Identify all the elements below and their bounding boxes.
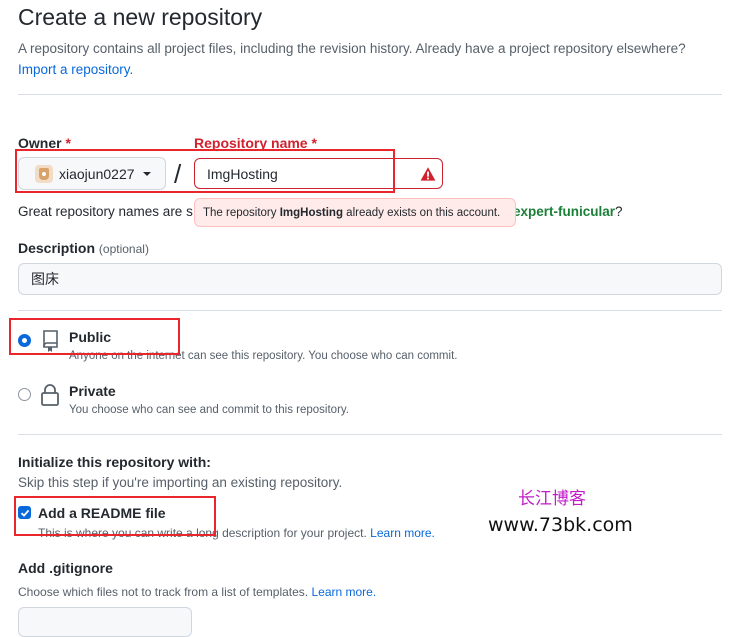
private-title: Private bbox=[69, 383, 116, 399]
private-radio[interactable] bbox=[18, 388, 31, 401]
gitignore-description: Choose which files not to track from a l… bbox=[18, 585, 376, 599]
owner-label-text: Owner bbox=[18, 135, 62, 151]
readme-learn-more-link[interactable]: Learn more. bbox=[370, 526, 435, 540]
gitignore-description-text: Choose which files not to track from a l… bbox=[18, 585, 309, 599]
hint-suffix: ? bbox=[615, 204, 623, 219]
repo-name-label: Repository name * bbox=[194, 135, 317, 151]
description-value: 图床 bbox=[31, 272, 59, 288]
hint-prefix: Great repository names are s bbox=[18, 204, 193, 219]
watermark-title: 长江博客 bbox=[518, 489, 586, 509]
name-suggestion-link[interactable]: expert-funicular bbox=[513, 204, 615, 219]
alert-icon bbox=[420, 167, 436, 181]
readme-label: Add a README file bbox=[38, 505, 166, 521]
readme-description: This is where you can write a long descr… bbox=[38, 526, 435, 540]
readme-checkbox[interactable] bbox=[18, 506, 31, 519]
import-repository-link[interactable]: Import a repository. bbox=[18, 62, 133, 77]
chevron-down-icon bbox=[142, 171, 151, 176]
public-radio[interactable] bbox=[18, 334, 31, 347]
repo-name-label-text: Repository name bbox=[194, 135, 308, 151]
error-prefix: The repository bbox=[203, 206, 277, 219]
repo-name-required-mark: * bbox=[311, 135, 317, 151]
error-suffix: already exists on this account. bbox=[346, 206, 501, 219]
repo-exists-error-tooltip: The repository ImgHosting already exists… bbox=[194, 198, 516, 227]
owner-repo-separator: / bbox=[174, 159, 182, 189]
public-description: Anyone on the internet can see this repo… bbox=[69, 350, 458, 362]
public-title: Public bbox=[69, 329, 112, 345]
page-subtitle: A repository contains all project files,… bbox=[18, 38, 723, 80]
divider bbox=[18, 310, 722, 311]
divider bbox=[18, 434, 722, 435]
readme-description-text: This is where you can write a long descr… bbox=[38, 526, 367, 540]
description-label-text: Description bbox=[18, 240, 96, 256]
initialize-title: Initialize this repository with: bbox=[18, 454, 211, 470]
initialize-description: Skip this step if you're importing an ex… bbox=[18, 475, 343, 490]
error-repo-name: ImgHosting bbox=[279, 206, 343, 219]
private-description: You choose who can see and commit to thi… bbox=[69, 404, 349, 416]
gitignore-learn-more-link[interactable]: Learn more. bbox=[311, 585, 376, 599]
owner-required-mark: * bbox=[65, 135, 71, 151]
repo-name-input[interactable]: ImgHosting bbox=[194, 158, 443, 189]
avatar bbox=[35, 164, 53, 183]
owner-value: xiaojun0227 bbox=[59, 165, 135, 182]
watermark-url: www.73bk.com bbox=[488, 514, 633, 536]
lock-icon bbox=[41, 384, 59, 406]
check-icon bbox=[20, 509, 29, 517]
repo-icon bbox=[43, 330, 58, 352]
optional-tag: (optional) bbox=[98, 242, 149, 256]
owner-label: Owner * bbox=[18, 135, 71, 151]
gitignore-template-select[interactable] bbox=[18, 607, 192, 637]
divider bbox=[18, 94, 722, 95]
gitignore-title: Add .gitignore bbox=[18, 560, 113, 576]
repo-name-hint: Great repository names are s bbox=[18, 204, 193, 219]
description-label: Description (optional) bbox=[18, 240, 149, 256]
subtitle-text: A repository contains all project files,… bbox=[18, 41, 686, 56]
name-suggestion: expert-funicular? bbox=[513, 204, 623, 219]
repo-name-value: ImgHosting bbox=[207, 165, 278, 182]
description-input[interactable]: 图床 bbox=[18, 263, 722, 295]
page-title: Create a new repository bbox=[18, 4, 263, 30]
owner-select[interactable]: xiaojun0227 bbox=[18, 157, 166, 190]
